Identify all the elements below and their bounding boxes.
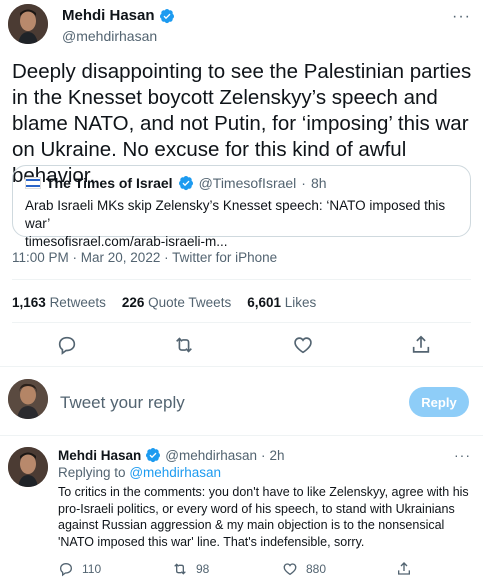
author-avatar[interactable] (8, 4, 48, 44)
retweet-icon[interactable] (173, 334, 195, 356)
separator-dot: · (261, 447, 266, 463)
reply-author-handle[interactable]: @mehdirhasan (165, 448, 257, 463)
separator-dot: · (301, 175, 306, 191)
replying-to-prefix: Replying to (58, 465, 126, 480)
like-heart-icon (283, 563, 297, 576)
replying-to: Replying to @mehdirhasan (58, 465, 221, 480)
reply-share-action[interactable] (396, 561, 412, 577)
author-name-text[interactable]: Mehdi Hasan (62, 7, 155, 24)
divider (12, 322, 471, 323)
reply-reply-action[interactable]: 110 (58, 561, 101, 577)
like-heart-icon[interactable] (292, 334, 314, 356)
verified-badge-icon (159, 8, 174, 23)
quote-tweets-stat[interactable]: 226 Quote Tweets (122, 295, 231, 310)
quoted-tweet-card[interactable]: The Times of Israel @TimesofIsrael · 8h … (12, 165, 471, 249)
current-user-avatar[interactable] (8, 379, 48, 419)
reply-icon[interactable] (56, 334, 78, 356)
reply-retweets-count: 98 (196, 562, 210, 576)
replying-to-handle[interactable]: @mehdirhasan (129, 465, 221, 480)
reply-like-action[interactable]: 880 (282, 561, 326, 577)
quote-tweets-count: 226 (121, 295, 145, 310)
author-handle[interactable]: @mehdirhasan (62, 28, 157, 44)
quote-tweets-label: Quote Tweets (148, 295, 232, 310)
likes-label: Likes (284, 295, 317, 310)
share-icon (398, 562, 410, 575)
reply-text: To critics in the comments: you don't ha… (58, 485, 469, 549)
retweets-label: Retweets (49, 295, 106, 310)
more-options-icon[interactable]: ··· (452, 8, 471, 26)
reply-input[interactable]: Tweet your reply (60, 393, 185, 413)
likes-stat[interactable]: 6,601 Likes (247, 295, 316, 310)
quoted-tweet-time: 8h (310, 175, 327, 191)
likes-count: 6,601 (247, 295, 281, 310)
divider (0, 366, 483, 367)
reply-author-name[interactable]: Mehdi Hasan (58, 448, 141, 463)
tweet-action-bar (0, 334, 483, 358)
quoted-tweet-text: Arab Israeli MKs skip Zelensky’s Knesset… (25, 197, 460, 251)
reply-header: Mehdi Hasan @mehdirhasan · 2h (58, 447, 285, 463)
retweets-stat[interactable]: 1,163 Retweets (12, 295, 106, 310)
verified-badge-icon (178, 176, 193, 191)
reply-likes-count: 880 (306, 562, 327, 576)
verified-badge-icon (146, 448, 161, 463)
retweet-icon (174, 563, 186, 575)
author-name[interactable]: Mehdi Hasan (62, 7, 175, 24)
tweet-timestamp[interactable]: 11:00 PM · Mar 20, 2022 · Twitter for iP… (12, 250, 277, 265)
tweet-stats: 1,163 Retweets 226 Quote Tweets 6,601 Li… (12, 295, 316, 310)
quoted-author-handle: @TimesofIsrael (198, 175, 297, 191)
reply-more-options-icon[interactable]: ··· (454, 447, 471, 463)
quoted-tweet-line1: Arab Israeli MKs skip Zelensky’s Knesset… (25, 198, 446, 231)
retweets-count: 1,163 (12, 295, 46, 310)
divider (0, 435, 483, 436)
reply-icon (59, 562, 73, 577)
reply-replies-count: 110 (82, 562, 102, 576)
reply-retweet-action[interactable]: 98 (172, 561, 209, 577)
reply-button[interactable]: Reply (409, 387, 469, 417)
reply-author-avatar[interactable] (8, 447, 48, 487)
reply-action-bar: 110 98 880 (58, 561, 471, 579)
quoted-tweet-header: The Times of Israel @TimesofIsrael · 8h (25, 175, 327, 191)
quoted-tweet-link[interactable]: timesofisrael.com/arab-israeli-m... (25, 233, 460, 251)
israel-flag-icon (25, 177, 41, 189)
share-icon[interactable] (410, 334, 432, 356)
reply-time[interactable]: 2h (270, 448, 285, 463)
divider (12, 279, 471, 280)
quoted-author-name: The Times of Israel (46, 175, 173, 191)
